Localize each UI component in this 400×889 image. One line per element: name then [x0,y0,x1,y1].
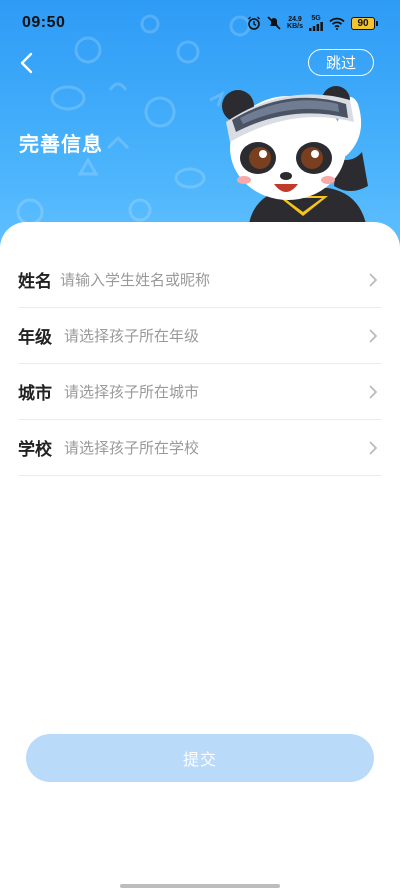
home-indicator[interactable] [120,884,280,888]
form-card: 姓名 请输入学生姓名或昵称 年级 请选择孩子所在年级 城市 请选择孩子所在城市 … [0,222,400,889]
speed-unit: KB/s [287,23,303,30]
battery-icon: 90 [351,16,375,30]
chevron-right-icon [366,382,380,402]
battery-cap [376,20,378,26]
profile-form: 姓名 请输入学生姓名或昵称 年级 请选择孩子所在年级 城市 请选择孩子所在城市 … [18,252,382,476]
battery-group: 90 [351,16,378,30]
network-type: 5G [311,15,321,22]
city-select[interactable]: 请选择孩子所在城市 [58,381,366,402]
form-row-grade[interactable]: 年级 请选择孩子所在年级 [18,308,382,364]
grade-label: 年级 [18,328,52,348]
city-label: 城市 [18,384,52,404]
network-speed: 24.9 KB/s [287,16,303,30]
status-time: 09:50 [22,14,66,31]
mute-bell-icon [267,16,281,30]
header-banner: 09:50 24.9 KB/s 5G 90 跳过 完善信息 [0,0,400,260]
skip-button[interactable]: 跳过 [308,49,374,76]
speed-value: 24.9 [288,16,302,23]
back-button[interactable] [12,48,42,78]
chevron-right-icon [366,270,380,290]
alarm-icon [248,16,261,30]
form-row-name[interactable]: 姓名 请输入学生姓名或昵称 [18,252,382,308]
school-select[interactable]: 请选择孩子所在学校 [58,437,366,458]
form-row-school[interactable]: 学校 请选择孩子所在学校 [18,420,382,476]
page-title: 完善信息 [19,132,103,156]
battery-level: 90 [357,17,369,29]
panda-mascot-illustration [222,86,368,236]
chevron-right-icon [366,438,380,458]
status-icons: 24.9 KB/s 5G 90 [247,15,378,31]
chevron-right-icon [366,326,380,346]
grade-select[interactable]: 请选择孩子所在年级 [58,325,366,346]
form-row-city[interactable]: 城市 请选择孩子所在城市 [18,364,382,420]
name-input[interactable]: 请输入学生姓名或昵称 [58,269,366,290]
signal-icon [309,22,323,31]
wifi-icon [329,17,345,30]
signal-group: 5G [309,15,323,31]
status-bar: 09:50 24.9 KB/s 5G 90 [0,0,400,46]
chevron-left-icon [20,52,33,74]
submit-button[interactable]: 提交 [26,734,374,782]
school-label: 学校 [18,440,52,460]
name-label: 姓名 [18,272,52,292]
